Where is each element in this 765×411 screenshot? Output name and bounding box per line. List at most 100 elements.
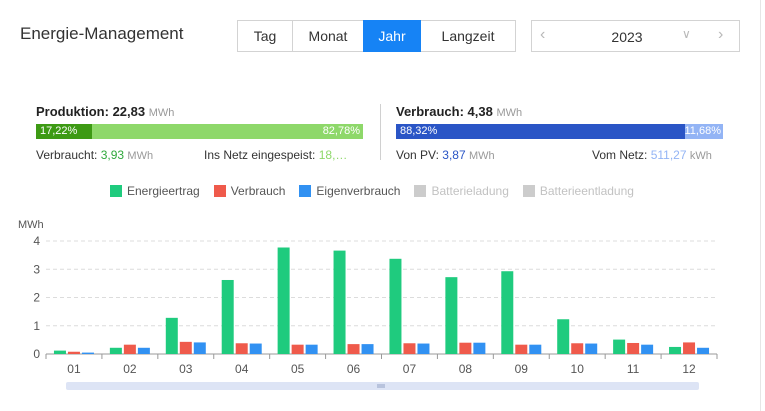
x-tick-label: 01: [67, 362, 81, 376]
y-tick-label: 1: [33, 319, 40, 333]
legend-item-verbrauch[interactable]: Verbrauch: [213, 184, 286, 198]
production-grid-label: Ins Netz eingespeist:: [204, 148, 316, 162]
consumption-pv-segment: 88,32%: [396, 124, 685, 139]
chevron-left-icon[interactable]: ‹: [540, 26, 545, 44]
legend-item-batterieladung[interactable]: Batterieladung: [414, 184, 509, 198]
bar-verbrauch: [403, 343, 416, 354]
monthly-energy-chart: MWh0123401 02 03 04 05 06 07 08 09 10 11 12: [18, 219, 718, 390]
y-axis-label: MWh: [18, 219, 44, 231]
chart-legend: Energieertrag Verbrauch Eigenverbrauch B…: [110, 184, 648, 198]
legend-swatch: [522, 185, 535, 197]
bar-energieertrag: [501, 271, 514, 354]
bar-verbrauch: [683, 342, 696, 354]
page-title: Energie-Management: [20, 24, 184, 43]
production-label: Produktion:: [36, 104, 109, 119]
production-consumed-value: 3,93: [100, 148, 125, 162]
production-selfuse-segment: 17,22%: [36, 124, 93, 139]
bar-eigenverbrauch: [417, 343, 430, 354]
consumption-grid-unit: kWh: [689, 150, 712, 162]
bar-eigenverbrauch: [585, 343, 598, 354]
bar-eigenverbrauch: [193, 342, 206, 354]
bar-energieertrag: [221, 279, 234, 354]
production-bar: 17,22% 82,78%: [36, 124, 363, 139]
tab-langzeit[interactable]: Langzeit: [420, 20, 516, 52]
bar-eigenverbrauch: [529, 344, 542, 354]
panel-edge: [760, 0, 761, 411]
year-value[interactable]: 2023: [592, 29, 662, 45]
production-grid-segment: 82,78%: [92, 124, 363, 139]
bar-eigenverbrauch: [697, 347, 710, 354]
x-tick-label: 12: [682, 362, 696, 376]
consumption-value: 4,38: [467, 104, 493, 119]
tab-monat[interactable]: Monat: [292, 20, 364, 52]
tab-tag[interactable]: Tag: [237, 20, 293, 52]
legend-swatch: [299, 185, 312, 197]
consumption-grid-segment: 11,68%: [684, 124, 723, 139]
chevron-down-icon[interactable]: ∨: [682, 27, 691, 41]
y-tick-label: 4: [33, 234, 40, 248]
x-tick-label: 03: [179, 362, 193, 376]
bar-verbrauch: [67, 351, 80, 354]
bar-eigenverbrauch: [361, 344, 374, 354]
x-tick-label: 04: [235, 362, 249, 376]
bar-verbrauch: [179, 341, 192, 354]
x-tick-label: 09: [515, 362, 529, 376]
bar-eigenverbrauch: [249, 343, 262, 354]
production-consumed: Verbraucht: 3,93 MWh: [36, 148, 153, 162]
bar-verbrauch: [123, 344, 136, 354]
consumption-pv-label: Von PV:: [396, 148, 439, 162]
consumption-pv-unit: MWh: [468, 150, 495, 162]
zoom-slider-handle[interactable]: [377, 384, 385, 388]
y-tick-label: 0: [33, 347, 40, 361]
bar-energieertrag: [669, 346, 682, 354]
bar-energieertrag: [277, 247, 290, 354]
bar-eigenverbrauch: [305, 344, 318, 354]
bar-verbrauch: [515, 344, 528, 354]
production-value: 22,83: [112, 104, 146, 119]
tab-jahr[interactable]: Jahr: [363, 20, 421, 52]
production-grid-value: 18,…: [318, 148, 348, 162]
consumption-grid-label: Vom Netz:: [592, 148, 648, 162]
x-tick-label: 05: [291, 362, 305, 376]
consumption-label: Verbrauch:: [396, 104, 464, 119]
x-tick-label: 07: [403, 362, 417, 376]
bar-eigenverbrauch: [81, 352, 94, 354]
x-tick-label: 11: [627, 362, 640, 376]
legend-swatch: [414, 185, 427, 197]
legend-swatch: [110, 185, 122, 197]
bar-verbrauch: [291, 344, 304, 354]
bar-energieertrag: [165, 317, 178, 354]
bar-energieertrag: [445, 277, 458, 354]
legend-label: Verbrauch: [230, 184, 286, 198]
x-tick-label: 02: [123, 362, 137, 376]
consumption-header: Verbrauch: 4,38 MWh: [396, 104, 522, 119]
x-tick-label: 10: [571, 362, 585, 376]
legend-label: Energieertrag: [127, 184, 200, 198]
bar-energieertrag: [613, 339, 626, 354]
legend-label: Batterieentladung: [539, 184, 634, 198]
legend-label: Batterieladung: [431, 184, 509, 198]
bar-verbrauch: [571, 343, 584, 354]
bar-energieertrag: [109, 347, 122, 354]
chevron-right-icon[interactable]: ›: [718, 26, 723, 44]
production-grid: Ins Netz eingespeist: 18,…: [204, 148, 347, 162]
consumption-bar: 88,32% 11,68%: [396, 124, 723, 139]
production-consumed-label: Verbraucht:: [36, 148, 98, 162]
production-unit: MWh: [148, 107, 175, 119]
bar-verbrauch: [459, 342, 472, 354]
bar-verbrauch: [235, 343, 248, 354]
period-tabs: Tag Monat Jahr Langzeit: [237, 20, 516, 52]
legend-item-energieertrag[interactable]: Energieertrag: [110, 184, 200, 198]
legend-item-batterieentladung[interactable]: Batterieentladung: [522, 184, 634, 198]
bar-eigenverbrauch: [473, 342, 486, 354]
bar-eigenverbrauch: [641, 344, 654, 354]
year-picker[interactable]: ‹ 2023 ∨ ›: [531, 20, 740, 52]
x-tick-label: 06: [347, 362, 361, 376]
y-tick-label: 3: [33, 262, 40, 276]
summary-divider: [380, 104, 381, 160]
bar-verbrauch: [627, 342, 640, 354]
consumption-pv: Von PV: 3,87 MWh: [396, 148, 495, 162]
y-tick-label: 2: [33, 291, 40, 305]
legend-item-eigenverbrauch[interactable]: Eigenverbrauch: [299, 184, 400, 198]
bar-verbrauch: [347, 344, 360, 354]
